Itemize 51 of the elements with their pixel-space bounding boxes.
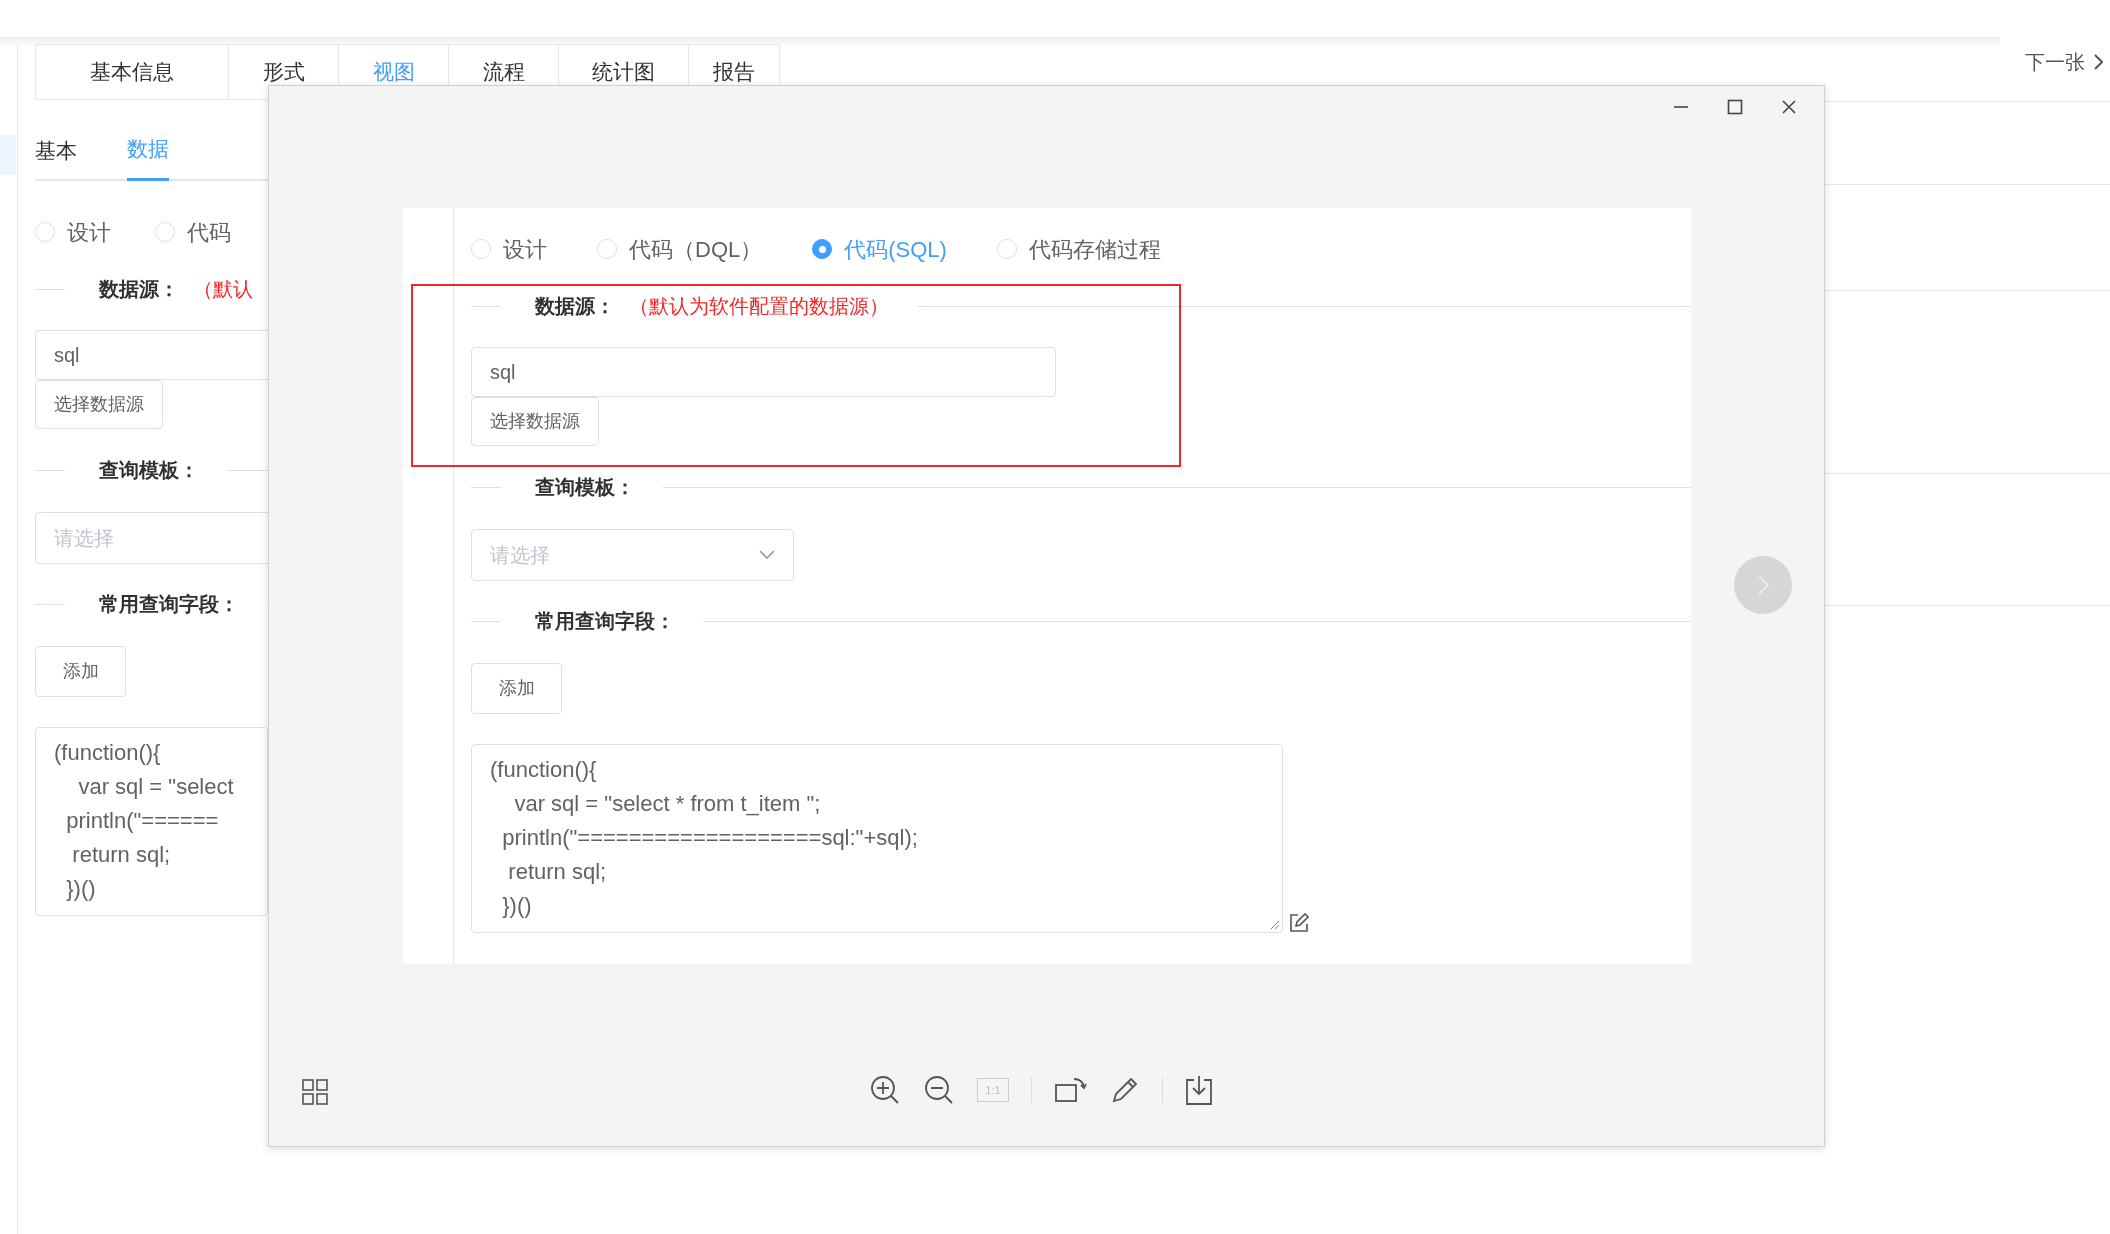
zoom-out-icon[interactable]	[923, 1074, 955, 1106]
radio-label: 设计	[503, 235, 547, 264]
radio-button[interactable]	[812, 239, 833, 259]
next-link[interactable]: 下一张	[2025, 47, 2085, 77]
add-button[interactable]: 添加	[471, 663, 562, 714]
chevron-down-icon	[759, 550, 775, 560]
code-line: return sql;	[507, 858, 608, 886]
text-field[interactable]: sql	[35, 330, 268, 380]
code-editor[interactable]: (function(){ var sql = "select println("====== return sql; })()	[35, 727, 268, 916]
code-line: var sql = "select	[77, 773, 235, 801]
code-line: (function(){	[490, 756, 598, 784]
chevron-right-icon	[1756, 573, 1770, 597]
code-line: println("======	[65, 807, 220, 835]
rotate-icon[interactable]	[1054, 1075, 1088, 1105]
radio-label: 代码（DQL）	[629, 235, 763, 264]
code-line: println("===================sql:"+sql);	[501, 824, 919, 852]
code-line: var sql = "select * from t_item ";	[513, 790, 822, 818]
section-label: 常用查询字段：	[99, 592, 239, 617]
maximize-icon[interactable]	[1727, 99, 1743, 115]
code-line: })()	[501, 892, 533, 920]
section-label: 查询模板：	[99, 458, 199, 483]
text-field[interactable]: sql	[471, 347, 1056, 397]
code-editor[interactable]: (function(){ var sql = "select * from t_item "; println("===================sql:"+sql); return sql; })()	[471, 744, 1283, 933]
section-label: 数据源：	[99, 277, 179, 302]
sidebar-highlight	[0, 135, 16, 175]
section-label: 数据源：	[535, 294, 615, 319]
section-label: 查询模板：	[535, 475, 635, 500]
choose-datasource-button[interactable]: 选择数据源	[35, 380, 163, 429]
placeholder-text: 请选择	[490, 543, 550, 568]
section-label: 常用查询字段：	[535, 609, 675, 634]
code-line: return sql;	[71, 841, 172, 869]
code-line: })()	[65, 875, 97, 903]
tab[interactable]: 基本	[35, 120, 77, 181]
radio-label: 设计	[67, 218, 111, 247]
edit-icon[interactable]	[1289, 913, 1309, 933]
download-icon[interactable]	[1185, 1074, 1213, 1106]
close-icon[interactable]	[1781, 99, 1797, 115]
radio-label: 代码存储过程	[1028, 235, 1161, 264]
zoom-in-icon[interactable]	[869, 1074, 901, 1106]
section-note: （默认	[193, 277, 253, 302]
resize-grip-icon[interactable]	[1270, 920, 1280, 930]
add-button[interactable]: 添加	[35, 646, 126, 697]
placeholder-text: 请选择	[54, 526, 114, 551]
radio-label: 代码	[187, 218, 231, 247]
pencil-icon[interactable]	[1110, 1075, 1140, 1105]
choose-datasource-button[interactable]: 选择数据源	[471, 397, 599, 446]
radio-label: 代码(SQL)	[844, 235, 947, 264]
chevron-right-icon	[2093, 53, 2103, 71]
section-note: （默认为软件配置的数据源）	[629, 294, 889, 319]
thumbnails-icon[interactable]	[301, 1078, 329, 1106]
code-line: (function(){	[54, 739, 162, 767]
